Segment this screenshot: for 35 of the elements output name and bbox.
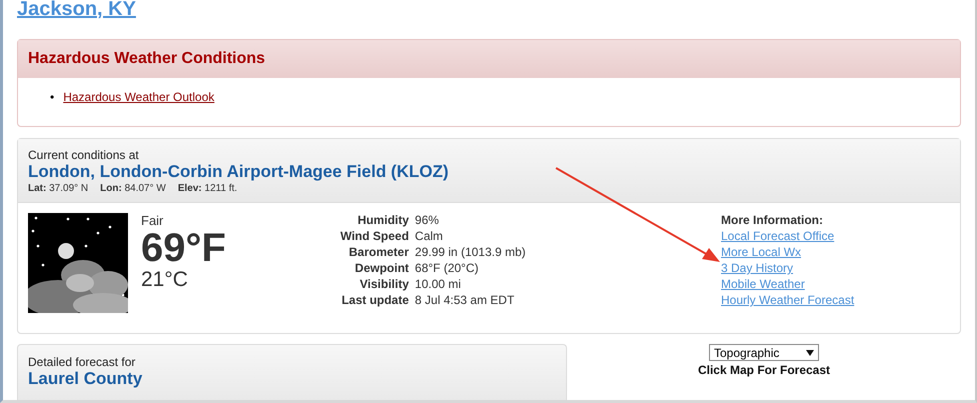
more-info-title: More Information: [721, 213, 824, 227]
detail-value: 10.00 mi [414, 277, 462, 291]
detail-label: Wind Speed [339, 229, 409, 243]
conditions-intro: Current conditions at [28, 148, 140, 162]
detail-label: Barometer [348, 245, 409, 259]
bullet: • [50, 90, 54, 104]
detail-label: Visibility [358, 277, 409, 291]
forecast-intro: Detailed forecast for [28, 355, 136, 369]
info-link[interactable]: Hourly Weather Forecast [721, 293, 854, 307]
coordinate-text: Lat: 37.09° N [28, 183, 88, 194]
detail-label: Humidity [356, 213, 409, 227]
station-name: London, London-Corbin Airport-Magee Field (KLOZ) [28, 162, 450, 182]
hazard-link[interactable]: Hazardous Weather Outlook [63, 90, 214, 104]
city-link[interactable]: Jackson, KY [17, 0, 136, 21]
detail-value: Calm [414, 229, 444, 243]
detail-label: Last update [340, 293, 409, 307]
detail-value: 8 Jul 4:53 am EDT [414, 293, 516, 307]
map-caption: Click Map For Forecast [698, 363, 830, 377]
temperature-f: 69°F [141, 228, 227, 268]
coordinate-text: Lon: 84.07° W [100, 183, 166, 194]
detail-value: 96% [414, 213, 440, 227]
detail-value: 68°F (20°C) [414, 261, 480, 275]
info-link[interactable]: Local Forecast Office [721, 229, 854, 243]
info-link[interactable]: Mobile Weather [721, 277, 854, 291]
caret-icon [806, 350, 814, 356]
info-link[interactable]: 3 Day History [721, 261, 854, 275]
detail-value: 29.99 in (1013.9 mb) [414, 245, 527, 259]
info-link[interactable]: More Local Wx [721, 245, 854, 259]
detail-label: Dewpoint [354, 261, 409, 275]
temperature-c: 21°C [141, 268, 189, 292]
map-select[interactable]: Topographic [709, 344, 819, 361]
weather-summary: Fair [141, 213, 164, 228]
coordinate-text: Elev: 1211 ft. [178, 183, 238, 194]
hazard-title: Hazardous Weather Conditions [18, 40, 960, 78]
forecast-area: Laurel County [28, 369, 556, 389]
